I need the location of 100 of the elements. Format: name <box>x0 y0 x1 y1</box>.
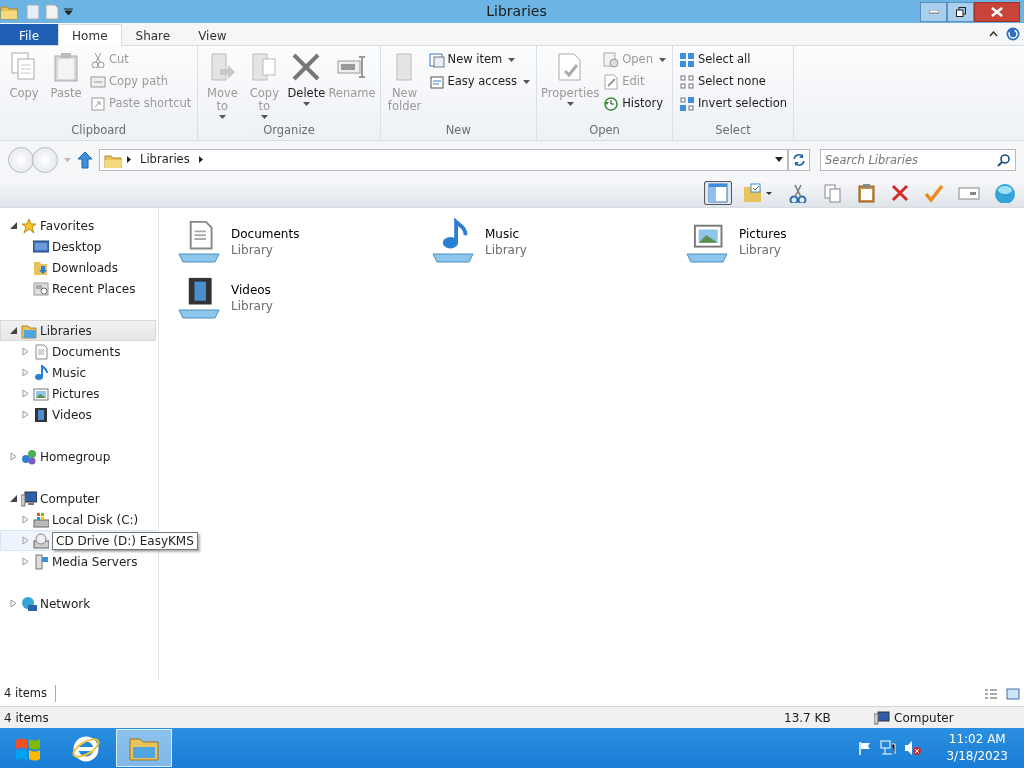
ribbon-button[interactable]: History <box>601 93 668 115</box>
expand-arrow-icon[interactable] <box>21 515 30 524</box>
library-item[interactable]: Videos Library <box>175 270 429 326</box>
group-label: Organize <box>262 122 316 139</box>
cd-drive-icon <box>33 532 49 549</box>
expand-arrow-icon[interactable] <box>9 599 18 608</box>
tree-item[interactable]: Local Disk (C:) <box>0 509 156 530</box>
expand-arrow-icon[interactable] <box>21 557 30 566</box>
tree-item[interactable]: Desktop <box>0 236 156 257</box>
minimize-icon <box>928 9 939 14</box>
properties-icon[interactable] <box>26 3 40 20</box>
library-icon <box>21 322 37 339</box>
customize-dropdown-icon[interactable] <box>64 7 73 16</box>
large-icons-view-icon[interactable] <box>1006 687 1020 700</box>
desktop-icon <box>33 238 49 255</box>
refresh-icon <box>792 152 806 167</box>
tree-item[interactable]: Libraries <box>0 320 156 341</box>
expand-arrow-icon[interactable] <box>21 389 30 398</box>
file-menu-button[interactable]: File <box>0 24 59 45</box>
music-note-library-icon <box>429 218 477 266</box>
restore-icon <box>955 6 966 17</box>
library-item[interactable]: Pictures Library <box>683 214 937 270</box>
chevron-icon[interactable] <box>126 155 132 164</box>
close-icon <box>991 6 1003 17</box>
help-icon[interactable] <box>1006 27 1020 41</box>
item-count: 4 items <box>4 684 56 703</box>
address-bar[interactable]: Libraries <box>99 148 788 171</box>
star-icon <box>21 217 37 234</box>
preview-pane-button[interactable] <box>704 180 732 205</box>
tree-item[interactable]: Computer <box>0 488 156 509</box>
expand-arrow-icon[interactable] <box>21 410 30 419</box>
ribbon-button[interactable]: Invert selection <box>676 93 790 115</box>
edit-icon <box>603 74 620 90</box>
network-icon <box>21 595 37 612</box>
tree-item[interactable]: Homegroup <box>0 446 156 467</box>
refresh-button[interactable] <box>788 148 810 171</box>
ribbon-tab[interactable]: Home <box>58 24 122 46</box>
expand-arrow-icon[interactable] <box>9 452 18 461</box>
ribbon-tab[interactable]: View <box>184 24 241 45</box>
recent-dropdown-icon[interactable] <box>64 157 71 162</box>
muted-speaker-icon[interactable] <box>904 740 923 756</box>
easy-access-icon <box>428 74 445 90</box>
tree-item[interactable]: Documents <box>0 341 156 362</box>
tree-item[interactable]: Network <box>0 593 156 614</box>
library-item[interactable]: Documents Library <box>175 214 429 270</box>
document-library-icon <box>175 218 223 266</box>
ribbon-button[interactable]: New item <box>426 49 533 71</box>
computer-icon <box>21 490 37 507</box>
expand-arrow-icon[interactable] <box>21 368 30 377</box>
ribbon-button[interactable]: Easy access <box>426 71 533 93</box>
history-icon <box>603 96 620 112</box>
tree-item[interactable]: Pictures <box>0 383 156 404</box>
computer-icon <box>874 710 890 725</box>
group-label: Select <box>714 122 752 139</box>
select-none-icon <box>678 74 695 90</box>
collapse-ribbon-icon[interactable] <box>989 31 998 37</box>
restore-button[interactable] <box>947 1 974 22</box>
ribbon-button[interactable]: Select none <box>676 71 790 93</box>
tree-item[interactable]: Recent Places <box>0 278 156 299</box>
collapse-arrow-icon[interactable] <box>9 221 18 230</box>
tree-item[interactable]: Videos <box>0 404 156 425</box>
select-all-icon <box>678 52 695 68</box>
tree-item[interactable]: Media Servers <box>0 551 156 572</box>
media-server-icon <box>33 553 49 570</box>
chevron-icon[interactable] <box>197 155 204 164</box>
expand-arrow-icon[interactable] <box>21 536 30 545</box>
document-icon <box>33 343 49 360</box>
ribbon-tab[interactable]: Share <box>121 24 185 45</box>
homegroup-icon <box>21 448 37 465</box>
scissors-icon <box>788 182 808 203</box>
scissors-icon <box>90 52 106 68</box>
close-button[interactable] <box>974 1 1020 22</box>
taskbar-button[interactable] <box>116 729 172 767</box>
tree-item[interactable]: Favorites <box>0 215 156 236</box>
details-view-icon[interactable] <box>984 687 998 700</box>
window-title: Libraries <box>485 2 548 21</box>
ribbon-button[interactable]: Delete <box>286 49 327 122</box>
clock[interactable]: 11:02 AM 3/18/2023 <box>946 731 1008 765</box>
library-item[interactable]: Music Library <box>429 214 683 270</box>
breadcrumb[interactable]: Libraries <box>140 150 190 169</box>
group-label: Clipboard <box>70 122 128 139</box>
shortcut-icon <box>90 96 106 112</box>
ribbon-button[interactable]: Select all <box>676 49 790 71</box>
flag-icon[interactable] <box>858 741 873 755</box>
expand-arrow-icon[interactable] <box>21 347 30 356</box>
up-arrow-icon[interactable] <box>77 150 93 169</box>
zone-text: Computer <box>894 709 954 727</box>
network-icon[interactable] <box>880 740 897 756</box>
search-icon[interactable] <box>997 152 1011 167</box>
copy-icon <box>822 182 842 203</box>
open-icon <box>603 52 620 68</box>
collapse-arrow-icon[interactable] <box>9 326 18 335</box>
search-field[interactable]: Search Libraries <box>820 148 1016 171</box>
dropdown-icon[interactable] <box>775 157 783 162</box>
new-item-icon <box>428 52 445 68</box>
tree-item[interactable]: Music <box>0 362 156 383</box>
collapse-arrow-icon[interactable] <box>9 494 18 503</box>
globe-icon <box>994 182 1016 203</box>
tree-item[interactable]: Downloads <box>0 257 156 278</box>
size-text: 13.7 KB <box>784 709 832 727</box>
